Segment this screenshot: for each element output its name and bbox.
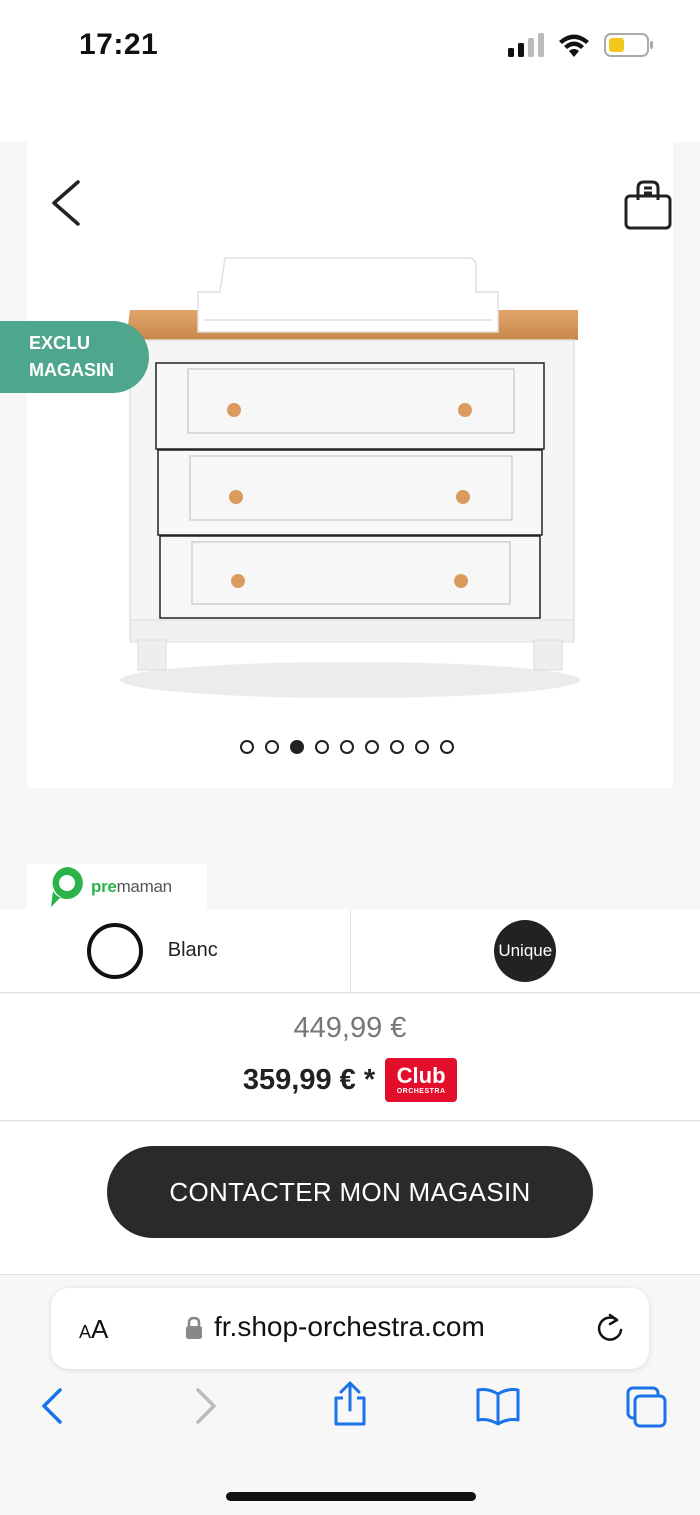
back-chevron-icon[interactable] — [46, 178, 86, 228]
signal-icon — [508, 33, 544, 57]
contact-store-button[interactable]: CONTACTER MON MAGASIN — [107, 1146, 593, 1238]
size-chip[interactable]: Unique — [494, 919, 557, 982]
share-icon[interactable] — [330, 1380, 370, 1428]
gallery-dot[interactable] — [315, 740, 329, 754]
new-price-row: 359,99 € * Club ORCHESTRA — [0, 1058, 700, 1102]
tabs-icon[interactable] — [624, 1386, 668, 1428]
address-bar[interactable]: AA fr.shop-orchestra.com — [51, 1288, 649, 1369]
battery-icon — [604, 33, 653, 57]
brand-logo: premaman — [27, 864, 207, 910]
exclusive-store-badge: EXCLU MAGASIN — [0, 321, 149, 393]
url-text[interactable]: fr.shop-orchestra.com — [214, 1311, 485, 1343]
gallery-dot[interactable] — [290, 740, 304, 754]
badge-line-2: MAGASIN — [29, 360, 114, 380]
shopping-bag-icon[interactable] — [620, 178, 676, 234]
bookmarks-icon[interactable] — [474, 1386, 522, 1426]
old-price: 449,99 € — [293, 1012, 407, 1044]
premaman-logo-icon — [51, 867, 83, 907]
variant-selector: Blanc Unique — [0, 909, 700, 993]
color-label: Blanc — [167, 939, 218, 961]
browser-toolbar — [0, 1381, 700, 1446]
browser-chrome: AA fr.shop-orchestra.com — [0, 1276, 700, 1515]
brand-prefix: pre — [91, 877, 117, 896]
color-option[interactable]: Blanc — [0, 909, 350, 992]
back-icon[interactable] — [38, 1386, 68, 1426]
text-size-button[interactable]: AA — [79, 1314, 108, 1345]
cta-area: CONTACTER MON MAGASIN — [0, 1122, 700, 1275]
color-swatch[interactable] — [86, 922, 143, 979]
price-box: 449,99 € 359,99 € * Club ORCHESTRA — [0, 994, 700, 1121]
home-indicator — [226, 1492, 476, 1501]
lock-icon — [186, 1316, 202, 1339]
gallery-dot[interactable] — [415, 740, 429, 754]
badge-line-1: EXCLU — [29, 333, 91, 353]
brand-name: premaman — [91, 877, 172, 897]
size-option[interactable]: Unique — [349, 909, 700, 992]
gallery-dot[interactable] — [265, 740, 279, 754]
changing-dresser-image — [120, 257, 580, 698]
gallery-dot[interactable] — [340, 740, 354, 754]
club-price: 359,99 € * — [242, 1063, 376, 1096]
gallery-dot[interactable] — [440, 740, 454, 754]
aa-small: A — [79, 1322, 92, 1342]
forward-icon[interactable] — [190, 1386, 220, 1426]
aa-big: A — [91, 1314, 109, 1344]
gallery-pagination[interactable] — [240, 740, 454, 754]
club-badge-line-1: Club — [396, 1063, 446, 1088]
reload-icon[interactable] — [595, 1312, 625, 1344]
club-badge-line-2: ORCHESTRA — [396, 1088, 446, 1095]
gallery-dot[interactable] — [390, 740, 404, 754]
wifi-icon — [559, 34, 589, 57]
status-bar: 17:21 — [0, 0, 700, 142]
gallery-dot[interactable] — [240, 740, 254, 754]
gallery-dot[interactable] — [365, 740, 379, 754]
status-time: 17:21 — [79, 28, 159, 61]
brand-suffix: maman — [116, 877, 172, 896]
club-orchestra-badge: Club ORCHESTRA — [385, 1058, 458, 1102]
status-icons — [508, 32, 654, 58]
